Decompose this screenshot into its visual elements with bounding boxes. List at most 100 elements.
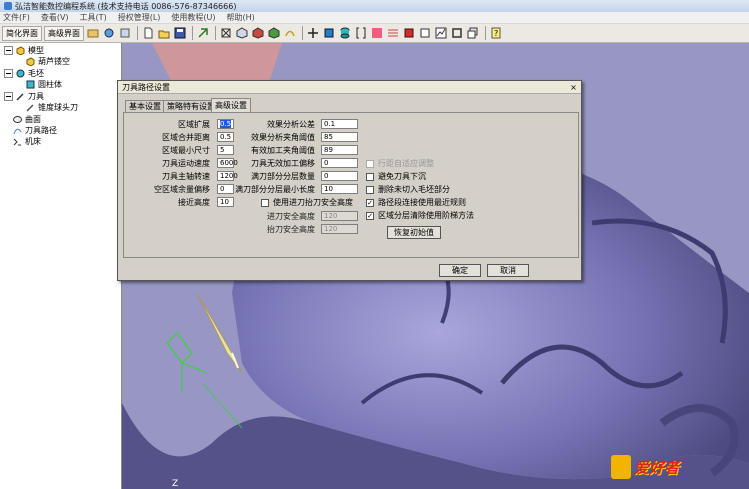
blank-icon[interactable] [102,26,116,40]
collapse-icon[interactable] [4,92,13,101]
region-merge-label: 区域合并距离 [162,133,210,142]
approach-safe-height-input[interactable]: 120 [321,211,358,221]
empty-offset-input[interactable]: 0 [217,184,234,194]
ball-end-mill-icon [26,103,35,112]
restore-defaults-button[interactable]: 恢复初始值 [387,226,441,239]
tree-label-tool: 刀具 [28,92,44,101]
effect-angle-input[interactable]: 85 [321,132,358,142]
layers-icon[interactable] [466,26,480,40]
retract-safe-height-input[interactable]: 120 [321,224,358,234]
collapse-icon[interactable] [4,69,13,78]
region-extend-input[interactable]: 0.5 [217,119,234,129]
advanced-ui-label: 高级界面 [48,28,80,38]
tree-item-blank[interactable]: 毛坯 [4,68,44,79]
region-merge-input[interactable]: 0.5 [217,132,234,142]
tree-item-blank-child[interactable]: 圆柱体 [26,79,62,90]
view-iso-icon[interactable] [235,26,249,40]
part-icon [26,57,35,67]
invalid-offset-label: 刀具无效加工偏移 [251,159,315,168]
grid-red-icon[interactable] [370,26,384,40]
nearest-link-label: 路径段连接使用最近规则 [378,198,466,207]
project-tree: 模型 葫芦镂空 毛坯 圆柱体 刀具 锥度球头刀 曲面 刀具路径 机床 [0,43,122,489]
step-layer-label: 区域分层清除使用阶梯方法 [378,211,474,220]
cube-blue-icon[interactable] [322,26,336,40]
cube-red-icon[interactable] [402,26,416,40]
cube-outline-icon[interactable] [418,26,432,40]
menu-tutorial[interactable]: 使用教程(U) [171,12,215,23]
tree-item-surface[interactable]: 曲面 [13,114,41,125]
menu-file[interactable]: 文件(F) [3,12,30,23]
surface-icon [13,115,22,124]
checkbox-box[interactable] [366,185,374,194]
import-icon[interactable] [196,26,210,40]
collapse-icon[interactable] [4,46,13,55]
view-solid-icon[interactable] [251,26,265,40]
safety-height-checkbox[interactable]: 使用进刀抬刀安全高度 [261,197,353,208]
cylinder-icon[interactable] [338,26,352,40]
tree-item-tool[interactable]: 刀具 [4,91,44,102]
dialog-close-icon[interactable]: × [569,83,578,92]
frame-icon[interactable] [450,26,464,40]
toolbar-separator [137,26,138,40]
crosshair-icon[interactable] [306,26,320,40]
delete-uncut-checkbox[interactable]: 删除未切入毛坯部分 [366,184,450,195]
tree-item-toolpath[interactable]: 刀具路径 [13,125,57,136]
nearest-link-checkbox[interactable]: ✓ 路径段连接使用最近规则 [366,197,466,208]
tab-basic[interactable]: 基本设置 [125,100,165,112]
effect-tolerance-input[interactable]: 0.1 [321,119,358,129]
region-min-size-input[interactable]: 5 [217,145,234,155]
main-toolbar: 简化界面 高级界面 ? [0,24,749,43]
checkbox-box[interactable] [366,172,374,181]
invalid-offset-input[interactable]: 0 [321,158,358,168]
checkbox-box[interactable]: ✓ [366,211,374,220]
bracket-icon[interactable] [354,26,368,40]
tree-label-surface: 曲面 [25,115,41,124]
full-layer-count-input[interactable]: 0 [321,171,358,181]
view-shaded-icon[interactable] [267,26,281,40]
full-layer-min-length-label: 满刀部分分层最小长度 [235,185,315,194]
approach-height-input[interactable]: 10 [217,197,234,207]
adaptive-stepover-checkbox[interactable]: 行距自适应调整 [366,158,434,169]
avoid-tool-sink-checkbox[interactable]: 避免刀具下沉 [366,171,426,182]
tree-label-tool-child: 锥度球头刀 [38,103,78,112]
view-wire-icon[interactable] [283,26,297,40]
tab-advanced[interactable]: 高级设置 [211,98,251,112]
valid-angle-input[interactable]: 89 [321,145,358,155]
tree-item-model-child[interactable]: 葫芦镂空 [26,56,70,67]
advanced-tab-panel: 区域扩展 0.5 区域合并距离 0.5 区域最小尺寸 5 刀具运动速度 6000… [123,112,579,258]
tab-advanced-label: 高级设置 [215,101,247,110]
ok-button[interactable]: 确定 [439,264,481,277]
full-layer-min-length-input[interactable]: 10 [321,184,358,194]
tree-label-machine: 机床 [25,137,41,146]
approach-height-label: 接近高度 [178,198,210,207]
spindle-speed-input[interactable]: 1200 [217,171,238,181]
advanced-ui-button[interactable]: 高级界面 [44,25,84,41]
tab-strategy-label: 策略特有设置 [167,102,215,111]
empty-offset-label: 空区域余量偏移 [154,185,210,194]
tool-feed-input[interactable]: 6000 [217,158,238,168]
menu-tools[interactable]: 工具(T) [80,12,107,23]
menu-license[interactable]: 授权管理(L) [118,12,161,23]
checkbox-box[interactable] [366,159,374,168]
cancel-button[interactable]: 取消 [487,264,529,277]
blank-icon [16,69,25,78]
simple-ui-button[interactable]: 简化界面 [2,25,42,41]
open-folder-icon[interactable] [157,26,171,40]
tree-item-machine[interactable]: 机床 [13,136,41,147]
watermark-text: 爱好者 [634,458,680,477]
menu-view[interactable]: 查看(V) [41,12,69,23]
menu-help[interactable]: 帮助(H) [227,12,255,23]
hatch-icon[interactable] [386,26,400,40]
help-icon[interactable]: ? [489,26,503,40]
view-box-icon[interactable] [219,26,233,40]
checkbox-box[interactable]: ✓ [366,198,374,207]
step-layer-checkbox[interactable]: ✓ 区域分层清除使用阶梯方法 [366,210,474,221]
open-model-icon[interactable] [86,26,100,40]
tree-item-tool-child[interactable]: 锥度球头刀 [26,102,78,113]
settings-icon[interactable] [118,26,132,40]
tree-item-model[interactable]: 模型 [4,45,44,56]
chart-icon[interactable] [434,26,448,40]
checkbox-box[interactable] [261,198,269,207]
save-icon[interactable] [173,26,187,40]
new-file-icon[interactable] [141,26,155,40]
